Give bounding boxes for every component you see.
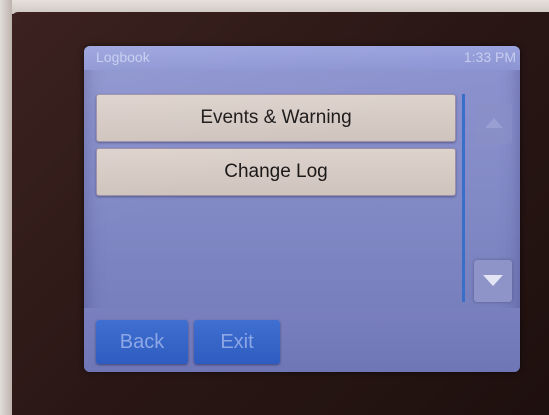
bottom-bar: Back Exit <box>84 308 520 372</box>
arrow-down-icon <box>483 275 503 286</box>
wall-left <box>0 0 12 415</box>
exit-button[interactable]: Exit <box>194 320 280 364</box>
scroll-up-button[interactable] <box>476 104 512 144</box>
events-warning-button[interactable]: Events & Warning <box>96 94 456 142</box>
arrow-up-icon <box>485 118 503 128</box>
page-title: Logbook <box>96 49 150 65</box>
scroll-down-button[interactable] <box>474 260 512 302</box>
scroll-track <box>462 94 465 302</box>
touch-screen: Logbook 1:33 PM Events & Warning Change … <box>84 46 520 372</box>
title-bar: Logbook 1:33 PM <box>84 46 520 70</box>
back-button[interactable]: Back <box>96 320 188 364</box>
menu-list: Events & Warning Change Log <box>90 88 462 296</box>
clock: 1:33 PM <box>463 49 516 65</box>
change-log-button[interactable]: Change Log <box>96 148 456 196</box>
photo-background: Logbook 1:33 PM Events & Warning Change … <box>0 0 549 415</box>
